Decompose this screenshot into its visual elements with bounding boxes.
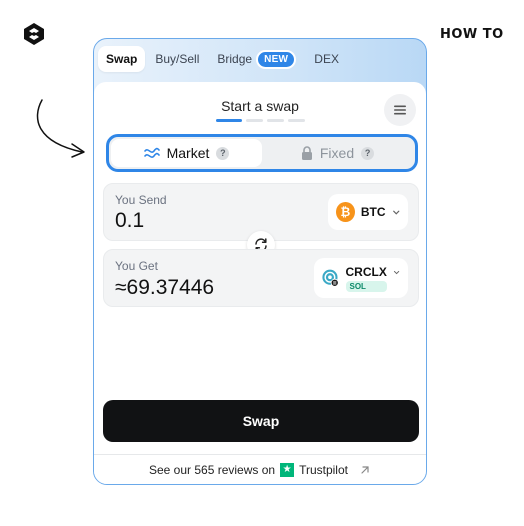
trustpilot-star-icon: ★ [280, 462, 295, 477]
receive-label: You Get [115, 259, 158, 273]
receive-coin-ticker: CRCLX [345, 265, 387, 279]
send-coin-ticker: BTC [360, 205, 386, 219]
progress-step [288, 119, 305, 122]
step-progress [216, 119, 305, 122]
market-rate-option[interactable]: Market ? [111, 139, 262, 167]
help-icon[interactable]: ? [216, 146, 230, 160]
progress-step [246, 119, 263, 122]
approx-icon [143, 147, 160, 158]
tab-label: Buy/Sell [155, 52, 200, 66]
swap-button[interactable]: Swap [103, 400, 419, 442]
swap-panel: Start a swap Market ? Fixed ? You Send 0… [94, 82, 426, 454]
curved-arrow-icon [36, 99, 85, 158]
send-coin-select[interactable]: ₿ BTC [328, 194, 408, 230]
lock-icon [301, 146, 312, 160]
trustpilot-brand: Trustpilot [299, 462, 348, 477]
app-logo-icon [24, 23, 44, 45]
chevron-down-icon [392, 210, 399, 215]
rate-mode-toggle: Market ? Fixed ? [106, 134, 418, 172]
how-to-link[interactable]: HOW TO [440, 27, 504, 42]
panel-title: Start a swap [221, 98, 299, 114]
reviews-text: See our 565 reviews on [149, 462, 276, 477]
swap-widget: Swap Buy/Sell Bridge NEW DEX Start a swa… [93, 38, 427, 485]
help-icon[interactable]: ? [361, 146, 375, 160]
receive-coin-info: CRCLX SOL [345, 265, 387, 292]
fixed-label: Fixed [319, 145, 355, 161]
bitcoin-icon: ₿ [336, 202, 355, 222]
receive-coin-select[interactable]: CRCLX SOL [314, 258, 408, 298]
tab-dex[interactable]: DEX [306, 46, 347, 72]
new-badge: NEW [256, 49, 297, 69]
tab-label: DEX [314, 52, 339, 66]
tab-label: Swap [106, 52, 138, 66]
tab-swap[interactable]: Swap [98, 46, 146, 72]
receive-amount: ≈69.37446 [115, 276, 215, 299]
tab-bridge[interactable]: Bridge NEW [209, 44, 304, 75]
menu-button[interactable] [384, 94, 416, 126]
tab-label: Bridge [217, 52, 253, 66]
chevron-down-icon [393, 270, 400, 275]
progress-step [216, 119, 242, 122]
external-link-icon [361, 465, 369, 474]
send-label: You Send [115, 193, 167, 207]
fixed-rate-option[interactable]: Fixed ? [262, 139, 413, 167]
widget-tabs: Swap Buy/Sell Bridge NEW DEX [98, 43, 347, 75]
tab-buy-sell[interactable]: Buy/Sell [147, 46, 207, 72]
network-badge: SOL [345, 281, 387, 292]
trustpilot-link[interactable]: See our 565 reviews on ★ Trustpilot [94, 454, 426, 484]
progress-step [267, 119, 284, 122]
market-label: Market [166, 145, 210, 161]
send-amount-input[interactable]: 0.1 [115, 209, 144, 233]
receive-field: You Get ≈69.37446 CRCLX SOL [103, 249, 419, 307]
crclx-token-icon [322, 269, 339, 287]
menu-icon [394, 105, 406, 115]
